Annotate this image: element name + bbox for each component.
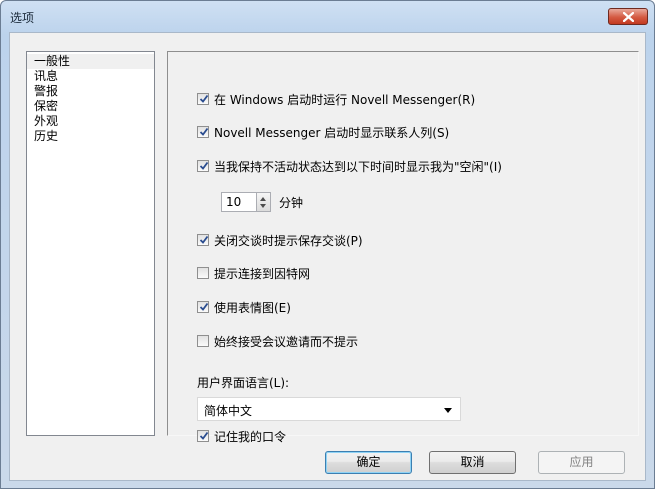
checkmark-icon xyxy=(199,431,209,440)
idle-status-label: 当我保持不活动状态达到以下时间时显示我为"空闲"(I) xyxy=(214,159,502,174)
options-dialog: 选项 一般性 讯息 警报 保密 外观 历史 在 Windows 启动时运行 No… xyxy=(0,0,655,489)
checkmark-icon xyxy=(199,94,209,103)
prompt-internet-label: 提示连接到因特网 xyxy=(214,266,311,281)
ui-language-label: 用户界面语言(L): xyxy=(197,376,290,390)
remember-password-option[interactable]: 记住我的口令 xyxy=(197,428,286,444)
apply-button[interactable]: 应用 xyxy=(538,451,625,474)
cancel-button[interactable]: 取消 xyxy=(429,451,516,474)
checkmark-icon xyxy=(199,127,209,136)
idle-minutes-input[interactable]: 10 xyxy=(221,192,257,212)
idle-minutes-unit: 分钟 xyxy=(279,195,304,210)
nav-item-privacy[interactable]: 保密 xyxy=(27,99,154,114)
use-emoticons-checkbox[interactable] xyxy=(197,301,209,313)
nav-item-history[interactable]: 历史 xyxy=(27,129,154,144)
prompt-save-option[interactable]: 关闭交谈时提示保存交谈(P) xyxy=(197,232,363,248)
nav-item-appearance[interactable]: 外观 xyxy=(27,114,154,129)
close-icon xyxy=(623,12,634,22)
accept-invites-checkbox[interactable] xyxy=(197,335,209,347)
show-contacts-option[interactable]: Novell Messenger 启动时显示联系人列(S) xyxy=(197,124,449,140)
accept-invites-option[interactable]: 始终接受会议邀请而不提示 xyxy=(197,333,358,349)
run-on-startup-option[interactable]: 在 Windows 启动时运行 Novell Messenger(R) xyxy=(197,91,475,107)
prompt-save-checkbox[interactable] xyxy=(197,234,209,246)
checkmark-icon xyxy=(199,302,209,311)
title-bar[interactable]: 选项 xyxy=(1,1,654,31)
general-settings-panel: 在 Windows 启动时运行 Novell Messenger(R) Nove… xyxy=(167,51,639,444)
idle-minutes-row: 10 分钟 xyxy=(221,191,303,213)
idle-status-option[interactable]: 当我保持不活动状态达到以下时间时显示我为"空闲"(I) xyxy=(197,158,502,174)
chevron-down-icon[interactable] xyxy=(444,408,452,413)
prompt-save-label: 关闭交谈时提示保存交谈(P) xyxy=(214,233,363,248)
prompt-internet-option[interactable]: 提示连接到因特网 xyxy=(197,265,310,281)
nav-item-messages[interactable]: 讯息 xyxy=(27,69,154,84)
show-contacts-label: Novell Messenger 启动时显示联系人列(S) xyxy=(214,125,450,140)
ok-button[interactable]: 确定 xyxy=(325,451,412,474)
close-button[interactable] xyxy=(608,8,648,25)
run-on-startup-checkbox[interactable] xyxy=(197,93,209,105)
checkmark-icon xyxy=(199,161,209,170)
ui-language-select[interactable]: 简体中文 xyxy=(197,397,461,421)
accept-invites-label: 始终接受会议邀请而不提示 xyxy=(214,334,359,349)
category-list[interactable]: 一般性 讯息 警报 保密 外观 历史 xyxy=(26,51,155,436)
idle-minutes-spinner[interactable] xyxy=(257,192,271,212)
show-contacts-checkbox[interactable] xyxy=(197,126,209,138)
remember-password-checkbox[interactable] xyxy=(197,430,209,442)
spin-down-icon[interactable] xyxy=(260,204,266,208)
checkmark-icon xyxy=(199,235,209,244)
use-emoticons-label: 使用表情图(E) xyxy=(214,300,291,315)
prompt-internet-checkbox[interactable] xyxy=(197,267,209,279)
dialog-body: 一般性 讯息 警报 保密 外观 历史 在 Windows 启动时运行 Novel… xyxy=(9,32,646,481)
nav-item-alerts[interactable]: 警报 xyxy=(27,84,154,99)
idle-status-checkbox[interactable] xyxy=(197,160,209,172)
window-title: 选项 xyxy=(10,11,35,25)
run-on-startup-label: 在 Windows 启动时运行 Novell Messenger(R) xyxy=(214,92,476,107)
use-emoticons-option[interactable]: 使用表情图(E) xyxy=(197,299,291,315)
spin-up-icon[interactable] xyxy=(260,197,266,201)
nav-item-general[interactable]: 一般性 xyxy=(27,54,154,69)
ui-language-value: 简体中文 xyxy=(204,404,253,418)
remember-password-label: 记住我的口令 xyxy=(214,429,287,444)
